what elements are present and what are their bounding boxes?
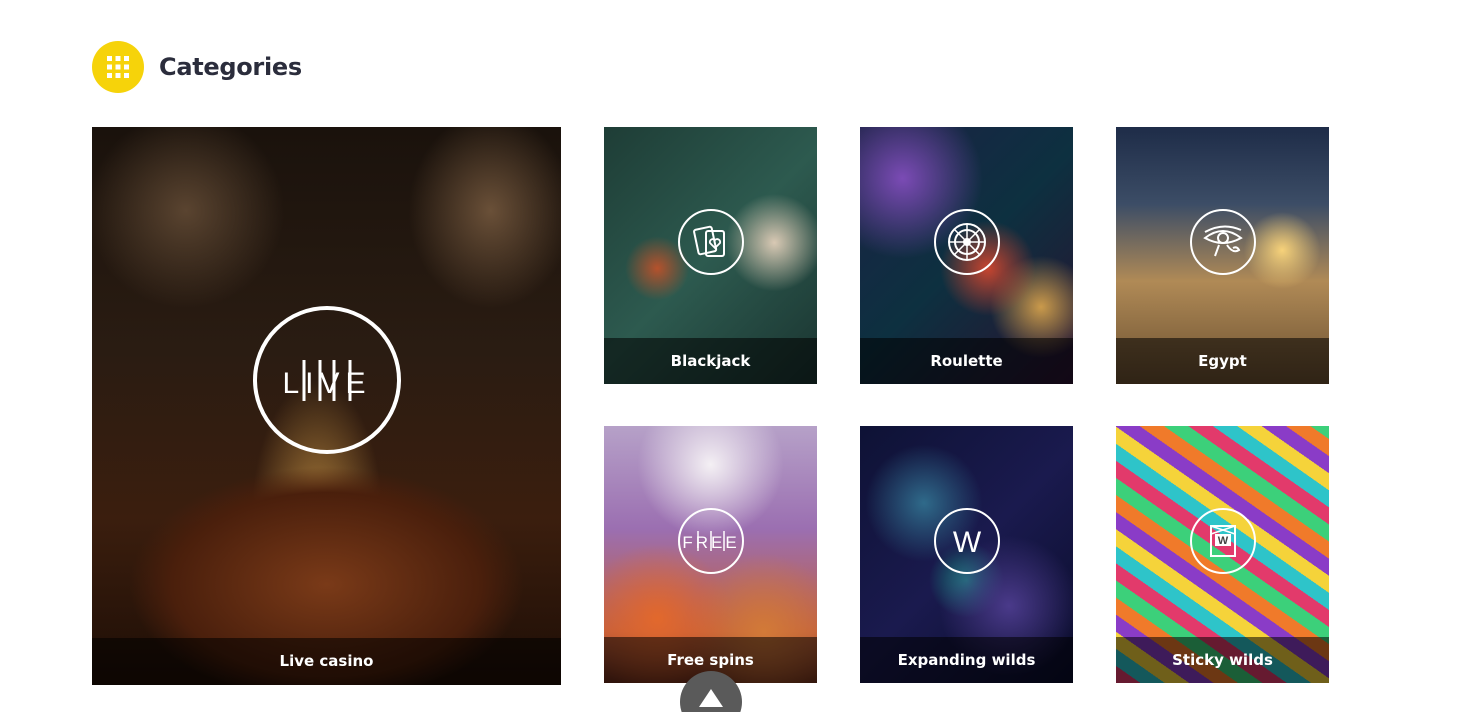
category-tile-live-casino[interactable]: LIVE Live casino	[92, 127, 561, 685]
cards-icon	[677, 209, 744, 275]
free-icon: FREE	[677, 508, 744, 574]
page-title: Categories	[159, 53, 302, 81]
category-tile-blackjack[interactable]: Blackjack	[604, 127, 817, 384]
svg-text:W: W	[1217, 535, 1228, 547]
category-label: Blackjack	[604, 338, 817, 384]
categories-header: Categories	[92, 41, 302, 93]
svg-text:LIVE: LIVE	[282, 367, 371, 400]
roulette-icon	[933, 209, 1000, 275]
category-label: Expanding wilds	[860, 637, 1073, 683]
w-icon: W	[933, 508, 1000, 574]
category-label: Roulette	[860, 338, 1073, 384]
category-tile-free-spins[interactable]: FREE Free spins	[604, 426, 817, 683]
category-label: Sticky wilds	[1116, 637, 1329, 683]
grid-icon	[92, 41, 144, 93]
svg-text:W: W	[952, 526, 981, 556]
category-label: Egypt	[1116, 338, 1329, 384]
category-tile-egypt[interactable]: Egypt	[1116, 127, 1329, 384]
sticky-w-icon: W	[1189, 508, 1256, 574]
category-label: Live casino	[92, 638, 561, 685]
category-tile-expanding-wilds[interactable]: W Expanding wilds	[860, 426, 1073, 683]
arrow-up-icon	[699, 689, 723, 707]
category-tile-roulette[interactable]: Roulette	[860, 127, 1073, 384]
eye-of-horus-icon	[1189, 209, 1256, 275]
category-tile-sticky-wilds[interactable]: W Sticky wilds	[1116, 426, 1329, 683]
live-icon: LIVE	[252, 306, 401, 454]
